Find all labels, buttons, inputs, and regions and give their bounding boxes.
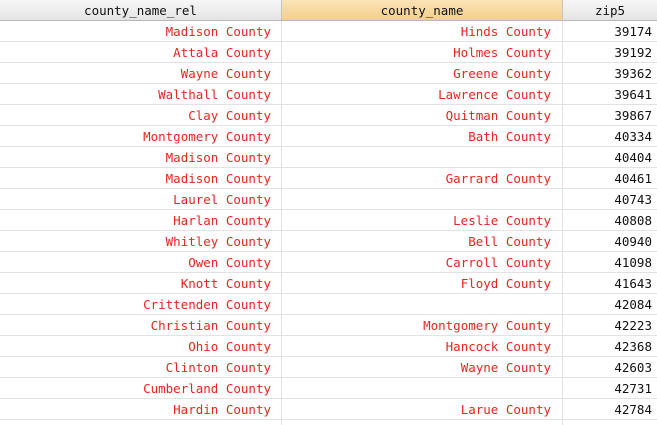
cell-county-name-rel[interactable]: Hardin County: [0, 399, 282, 419]
cell-county-name[interactable]: [282, 420, 563, 425]
column-header-county-name-rel[interactable]: county_name_rel: [0, 0, 282, 20]
cell-zip5[interactable]: 39174: [563, 21, 657, 41]
cell-zip5[interactable]: [563, 420, 657, 425]
table-row[interactable]: Walthall County Lawrence County 39641: [0, 84, 657, 105]
cell-zip5[interactable]: 40743: [563, 189, 657, 209]
table-row[interactable]: Christian County Montgomery County 42223: [0, 315, 657, 336]
column-header-county-name[interactable]: county_name: [282, 0, 563, 20]
cell-county-name-rel[interactable]: Madison County: [0, 147, 282, 167]
cell-zip5[interactable]: 41643: [563, 273, 657, 293]
cell-county-name-rel[interactable]: Attala County: [0, 42, 282, 62]
cell-county-name[interactable]: Carroll County: [282, 252, 563, 272]
cell-county-name[interactable]: Bath County: [282, 126, 563, 146]
cell-zip5[interactable]: 39867: [563, 105, 657, 125]
table-body: Madison County Hinds County 39174 Attala Co…: [0, 21, 657, 425]
table-header: county_name_rel county_name zip5: [0, 0, 657, 21]
cell-county-name[interactable]: Montgomery County: [282, 315, 563, 335]
table-row[interactable]: Crittenden County 42084: [0, 294, 657, 315]
cell-county-name-rel[interactable]: Owen County: [0, 252, 282, 272]
cell-zip5[interactable]: 40808: [563, 210, 657, 230]
table-row[interactable]: [0, 420, 657, 425]
cell-county-name-rel[interactable]: Wayne County: [0, 63, 282, 83]
cell-county-name-rel[interactable]: Madison County: [0, 21, 282, 41]
cell-county-name[interactable]: [282, 378, 563, 398]
cell-county-name-rel[interactable]: Clinton County: [0, 357, 282, 377]
cell-zip5[interactable]: 40461: [563, 168, 657, 188]
cell-county-name[interactable]: Holmes County: [282, 42, 563, 62]
cell-county-name-rel[interactable]: Harlan County: [0, 210, 282, 230]
table-row[interactable]: Owen County Carroll County 41098: [0, 252, 657, 273]
cell-zip5[interactable]: 42784: [563, 399, 657, 419]
cell-county-name[interactable]: [282, 294, 563, 314]
cell-zip5[interactable]: 40940: [563, 231, 657, 251]
table-row[interactable]: Hardin County Larue County 42784: [0, 399, 657, 420]
table-row[interactable]: Wayne County Greene County 39362: [0, 63, 657, 84]
cell-county-name[interactable]: [282, 147, 563, 167]
cell-zip5[interactable]: 39362: [563, 63, 657, 83]
cell-county-name-rel[interactable]: Montgomery County: [0, 126, 282, 146]
cell-zip5[interactable]: 40404: [563, 147, 657, 167]
cell-zip5[interactable]: 41098: [563, 252, 657, 272]
cell-county-name[interactable]: Lawrence County: [282, 84, 563, 104]
cell-zip5[interactable]: 40334: [563, 126, 657, 146]
table-row[interactable]: Attala County Holmes County 39192: [0, 42, 657, 63]
cell-county-name-rel[interactable]: Whitley County: [0, 231, 282, 251]
cell-county-name-rel[interactable]: Knott County: [0, 273, 282, 293]
cell-county-name[interactable]: Garrard County: [282, 168, 563, 188]
cell-county-name-rel[interactable]: Ohio County: [0, 336, 282, 356]
cell-zip5[interactable]: 42223: [563, 315, 657, 335]
cell-zip5[interactable]: 39641: [563, 84, 657, 104]
cell-zip5[interactable]: 39192: [563, 42, 657, 62]
column-header-zip5[interactable]: zip5: [563, 0, 657, 20]
table-row[interactable]: Montgomery County Bath County 40334: [0, 126, 657, 147]
cell-county-name[interactable]: Larue County: [282, 399, 563, 419]
cell-county-name[interactable]: Bell County: [282, 231, 563, 251]
cell-county-name-rel[interactable]: Clay County: [0, 105, 282, 125]
table-row[interactable]: Ohio County Hancock County 42368: [0, 336, 657, 357]
cell-zip5[interactable]: 42084: [563, 294, 657, 314]
table-row[interactable]: Clinton County Wayne County 42603: [0, 357, 657, 378]
table-row[interactable]: Cumberland County 42731: [0, 378, 657, 399]
table-row[interactable]: Clay County Quitman County 39867: [0, 105, 657, 126]
table-row[interactable]: Harlan County Leslie County 40808: [0, 210, 657, 231]
cell-county-name-rel[interactable]: [0, 420, 282, 425]
cell-county-name[interactable]: Quitman County: [282, 105, 563, 125]
cell-county-name[interactable]: Floyd County: [282, 273, 563, 293]
cell-county-name-rel[interactable]: Crittenden County: [0, 294, 282, 314]
cell-county-name[interactable]: Hinds County: [282, 21, 563, 41]
cell-county-name[interactable]: Leslie County: [282, 210, 563, 230]
table-row[interactable]: Madison County Garrard County 40461: [0, 168, 657, 189]
cell-county-name-rel[interactable]: Cumberland County: [0, 378, 282, 398]
cell-county-name-rel[interactable]: Madison County: [0, 168, 282, 188]
cell-zip5[interactable]: 42368: [563, 336, 657, 356]
cell-county-name[interactable]: Hancock County: [282, 336, 563, 356]
table-row[interactable]: Madison County 40404: [0, 147, 657, 168]
table-row[interactable]: Whitley County Bell County 40940: [0, 231, 657, 252]
cell-county-name[interactable]: Wayne County: [282, 357, 563, 377]
results-table: county_name_rel county_name zip5 Madison…: [0, 0, 657, 425]
table-row[interactable]: Madison County Hinds County 39174: [0, 21, 657, 42]
cell-zip5[interactable]: 42731: [563, 378, 657, 398]
cell-county-name[interactable]: Greene County: [282, 63, 563, 83]
cell-county-name-rel[interactable]: Laurel County: [0, 189, 282, 209]
table-row[interactable]: Knott County Floyd County 41643: [0, 273, 657, 294]
cell-county-name-rel[interactable]: Walthall County: [0, 84, 282, 104]
cell-county-name-rel[interactable]: Christian County: [0, 315, 282, 335]
table-row[interactable]: Laurel County 40743: [0, 189, 657, 210]
cell-zip5[interactable]: 42603: [563, 357, 657, 377]
cell-county-name[interactable]: [282, 189, 563, 209]
